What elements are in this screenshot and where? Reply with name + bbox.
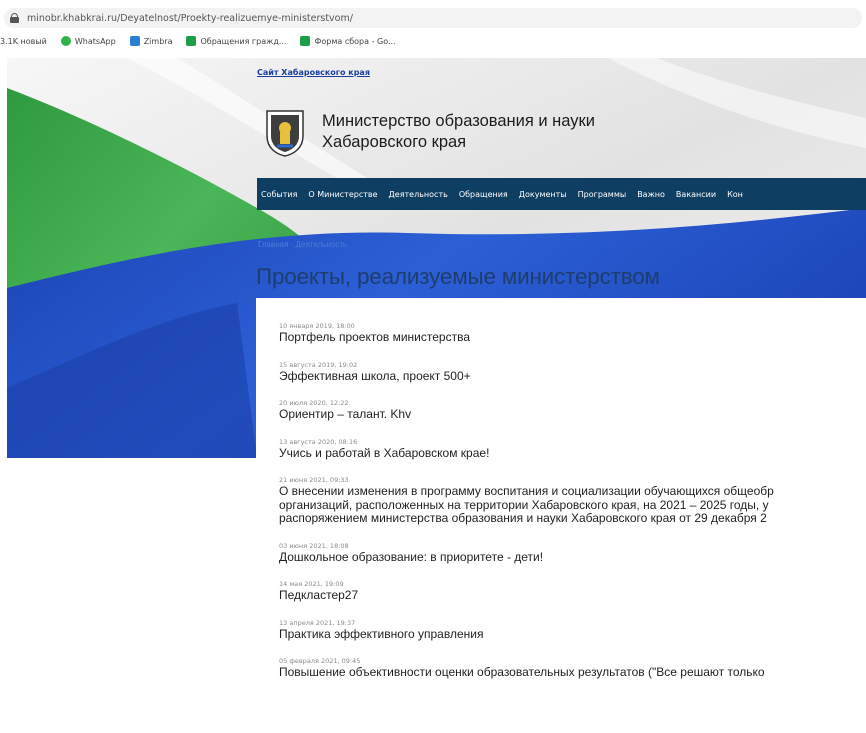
news-date: 13 августа 2020, 08:16 (279, 437, 358, 446)
bookmark-appeals[interactable]: Обращения гражд... (186, 36, 286, 46)
news-link[interactable]: Практика эффективного управления (279, 628, 866, 642)
coat-of-arms-icon[interactable] (264, 108, 306, 158)
bookmark-label: Zimbra (143, 36, 173, 46)
list-item: 10 января 2019, 18:00 Портфель проектов … (279, 322, 866, 345)
bookmark-label: 3.1K новый (0, 36, 47, 46)
news-date: 14 мая 2021, 19:09 (279, 580, 344, 588)
list-item: 05 февраля 2021, 09:45 Повышение объекти… (279, 657, 866, 680)
main-nav: События О Министерстве Деятельность Обра… (257, 178, 866, 210)
ministry-title-line1: Министерство образования и науки (322, 112, 595, 130)
bookmarks-bar: 3.1K новый WhatsApp Zimbra Обращения гра… (0, 32, 410, 50)
bookmark-label: Обращения гражд... (200, 36, 287, 46)
news-link-line: О внесении изменения в программу воспита… (279, 485, 774, 498)
news-date: 20 июля 2020, 12:22 (279, 399, 349, 407)
news-list: 10 января 2019, 18:00 Портфель проектов … (279, 322, 866, 696)
news-date: 21 июня 2021, 09:33 (279, 476, 349, 484)
news-link[interactable]: Учись и работай в Хабаровском крае! (279, 447, 866, 461)
list-item: 03 июня 2021, 18:08 Дошкольное образован… (279, 542, 866, 565)
zimbra-icon (129, 36, 140, 46)
nav-item-programs[interactable]: Программы (578, 190, 627, 199)
nav-item-important[interactable]: Важно (637, 190, 665, 199)
sheet-icon (186, 36, 197, 46)
bookmark-whatsapp[interactable]: WhatsApp (60, 36, 116, 46)
news-link[interactable]: О внесении изменения в программу воспита… (279, 485, 866, 526)
news-link[interactable]: Дошкольное образование: в приоритете - д… (279, 551, 866, 565)
list-item: 21 июня 2021, 09:33 О внесении изменения… (279, 476, 866, 526)
news-date: 03 июня 2021, 18:08 (279, 541, 349, 550)
site-link[interactable]: Сайт Хабаровского края (257, 68, 370, 77)
url-text[interactable]: minobr.khabkrai.ru/Deyatelnost/Proekty-r… (27, 13, 353, 24)
bookmark-form[interactable]: Форма сбора - Go... (300, 36, 396, 46)
bookmark-label: Форма сбора - Go... (314, 36, 396, 46)
nav-item-documents[interactable]: Документы (519, 190, 567, 199)
bookmark-label: WhatsApp (74, 36, 116, 46)
list-item: 13 апреля 2021, 19:37 Практика эффективн… (279, 619, 866, 642)
nav-item-events[interactable]: События (261, 190, 297, 199)
ministry-title-line2: Хабаровского края (322, 133, 467, 151)
sheet-icon (300, 36, 311, 46)
browser-chrome: minobr.khabkrai.ru/Deyatelnost/Proekty-r… (0, 0, 866, 58)
bookmark-item[interactable]: 3.1K новый (0, 37, 47, 46)
news-date: 10 января 2019, 18:00 (279, 322, 355, 330)
bookmark-zimbra[interactable]: Zimbra (129, 36, 173, 46)
address-bar[interactable]: minobr.khabkrai.ru/Deyatelnost/Proekty-r… (4, 8, 862, 28)
breadcrumb[interactable]: Главная · Деятельность (258, 240, 347, 249)
news-date: 13 апреля 2021, 19:37 (279, 618, 356, 627)
list-item: 20 июля 2020, 12:22 Ориентир – талант. K… (279, 399, 866, 422)
list-item: 13 августа 2020, 08:16 Учись и работай в… (279, 438, 866, 461)
news-date: 15 августа 2019, 19:02 (279, 360, 358, 369)
news-link[interactable]: Педкластер27 (279, 589, 866, 603)
news-link-line: организаций, расположенных на территории… (279, 497, 769, 512)
news-link-line: распоряжением министерства образования и… (279, 511, 767, 525)
news-link[interactable]: Эффективная школа, проект 500+ (279, 370, 866, 384)
lock-icon[interactable] (10, 13, 19, 23)
list-item: 14 мая 2021, 19:09 Педкластер27 (279, 580, 866, 603)
news-date: 05 февраля 2021, 09:45 (279, 657, 361, 665)
nav-item-contacts[interactable]: Кон (727, 190, 743, 199)
list-item: 15 августа 2019, 19:02 Эффективная школа… (279, 361, 866, 384)
page-title: Проекты, реализуемые министерством (256, 264, 660, 289)
news-link[interactable]: Повышение объективности оценки образоват… (279, 666, 866, 680)
nav-item-activity[interactable]: Деятельность (389, 190, 448, 199)
nav-item-vacancies[interactable]: Вакансии (676, 190, 716, 199)
ministry-title[interactable]: Министерство образования и науки Хабаров… (322, 111, 595, 153)
nav-item-appeals[interactable]: Обращения (459, 190, 508, 199)
news-link[interactable]: Ориентир – талант. Khv (279, 408, 866, 422)
whatsapp-icon (60, 36, 71, 46)
nav-item-about[interactable]: О Министерстве (308, 190, 377, 199)
news-link[interactable]: Портфель проектов министерства (279, 331, 866, 345)
